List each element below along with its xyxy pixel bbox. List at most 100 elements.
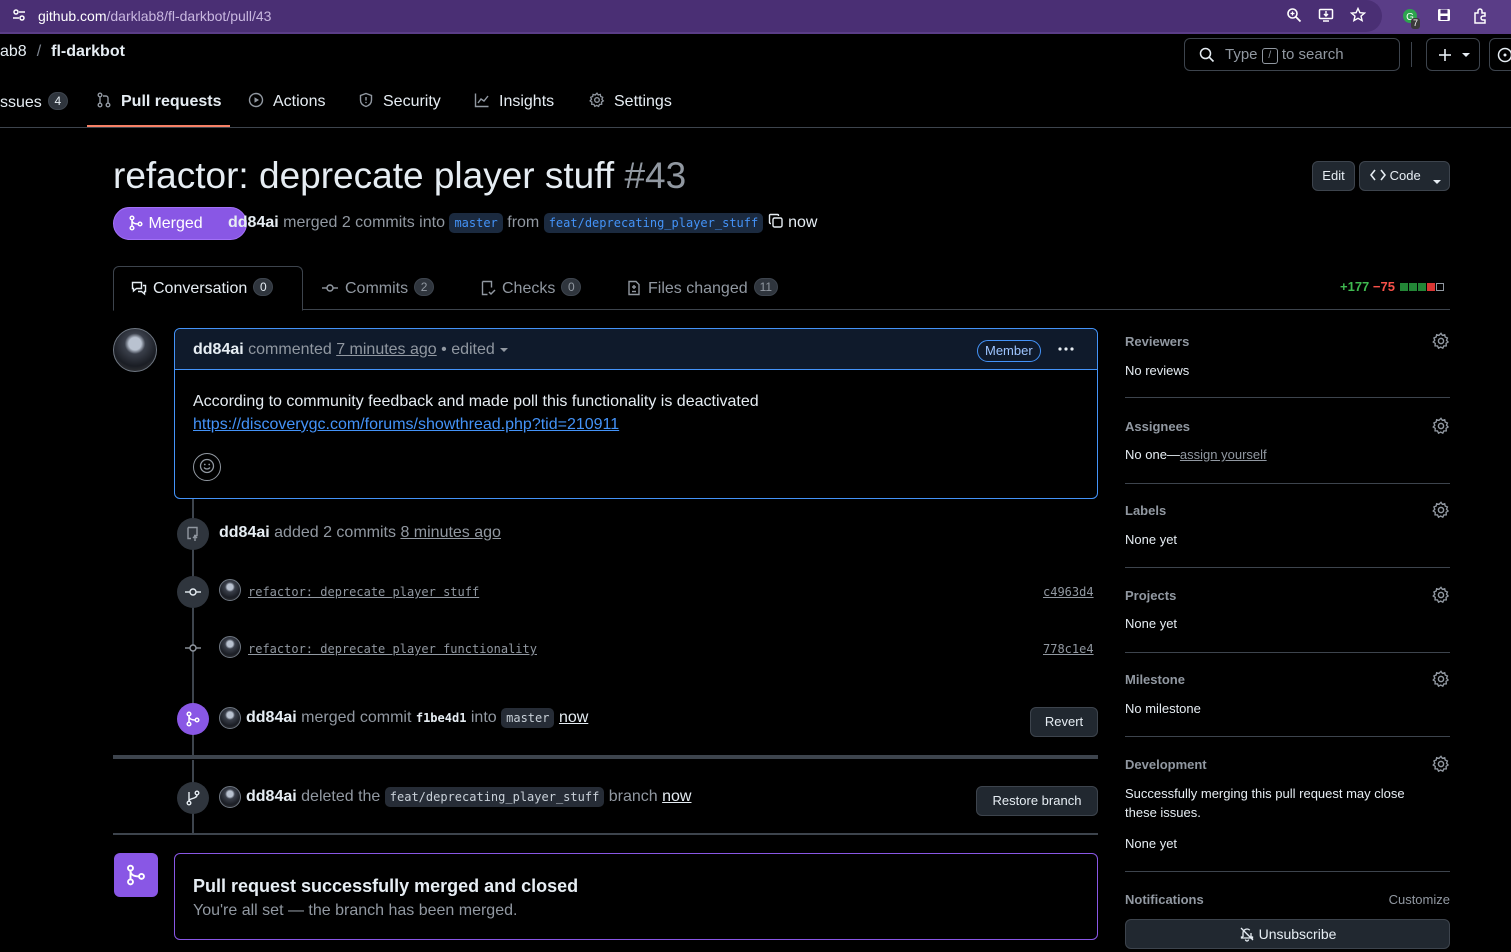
author-link[interactable]: dd84ai (228, 214, 279, 231)
bookmark-star-icon[interactable] (1349, 6, 1367, 25)
repo-owner-link[interactable]: ab8 (0, 43, 27, 60)
sidebar-heading[interactable]: Assignees (1125, 419, 1190, 434)
member-badge: Member (977, 340, 1041, 362)
conversation-count: 0 (253, 278, 274, 296)
gear-icon[interactable] (1432, 332, 1450, 355)
browser-toolbar: github.com/darklab8/fl-darkbot/pull/43 G… (0, 0, 1511, 34)
gear-icon[interactable] (1432, 670, 1450, 693)
edited-dropdown[interactable]: • edited (441, 341, 509, 358)
sidebar-divider (1125, 871, 1450, 872)
merge-status-heading: Pull request successfully merged and clo… (193, 876, 579, 896)
deleted-branch-event: dd84ai deleted the feat/deprecating_play… (246, 787, 691, 807)
comment-author-link[interactable]: dd84ai (193, 341, 244, 358)
base-branch[interactable]: master (449, 213, 503, 233)
tab-security[interactable]: Security (357, 92, 441, 111)
tab-files-changed[interactable]: Files changed 11 (626, 278, 779, 298)
sidebar-heading[interactable]: Reviewers (1125, 334, 1189, 349)
target-branch[interactable]: master (501, 708, 555, 728)
avatar[interactable] (219, 786, 241, 808)
restore-branch-button[interactable]: Restore branch (976, 786, 1098, 816)
commit-sha-link[interactable]: 778c1e4 (1043, 642, 1094, 656)
search-input[interactable]: Type / to search (1184, 38, 1400, 71)
head-branch[interactable]: feat/deprecating_player_stuff (543, 213, 764, 233)
development-note: Successfully merging this pull request m… (1125, 786, 1405, 801)
avatar[interactable] (219, 707, 241, 729)
event-author-link[interactable]: dd84ai (246, 788, 297, 805)
url-text[interactable]: github.com/darklab8/fl-darkbot/pull/43 (38, 8, 271, 24)
assign-yourself-link[interactable]: assign yourself (1180, 447, 1267, 462)
puzzle-extensions-icon[interactable] (1472, 7, 1490, 25)
merge-status-box: Pull request successfully merged and clo… (174, 853, 1098, 940)
create-new-button[interactable] (1426, 38, 1480, 71)
revert-button[interactable]: Revert (1030, 707, 1098, 737)
development-note-cont: these issues. (1125, 805, 1201, 820)
comment-link[interactable]: https://discoverygc.com/forums/showthrea… (193, 416, 619, 433)
customize-link[interactable]: Customize (1389, 892, 1450, 907)
pr-meta: dd84ai merged 2 commits into master from… (228, 213, 817, 233)
status-badge: Merged (113, 207, 247, 240)
sidebar-heading[interactable]: Projects (1125, 588, 1176, 603)
tab-insights-label: Insights (499, 93, 555, 110)
event-time-link[interactable]: now (662, 788, 691, 805)
git-pull-request-icon (95, 92, 113, 111)
event-author-link[interactable]: dd84ai (246, 709, 297, 726)
site-info-icon[interactable] (10, 7, 28, 25)
address-bar[interactable]: github.com/darklab8/fl-darkbot/pull/43 (0, 0, 1382, 32)
sidebar-heading[interactable]: Labels (1125, 503, 1166, 518)
gear-icon[interactable] (1432, 501, 1450, 524)
tab-issues[interactable]: ssues 4 (0, 92, 68, 112)
tab-files-changed-label: Files changed (648, 280, 748, 297)
avatar[interactable] (219, 579, 241, 601)
copy-icon[interactable] (768, 213, 784, 231)
tab-pull-requests[interactable]: Pull requests (95, 92, 221, 111)
graph-icon (473, 92, 491, 111)
commit-sha-link[interactable]: c4963d4 (1043, 585, 1094, 599)
smiley-icon (199, 458, 215, 475)
unsubscribe-label: Unsubscribe (1258, 926, 1337, 942)
save-icon[interactable] (1435, 7, 1453, 25)
event-time-link[interactable]: now (559, 709, 588, 726)
event-time-link[interactable]: 8 minutes ago (400, 524, 501, 541)
diffstat-bar (1399, 279, 1444, 294)
gear-icon[interactable] (1432, 586, 1450, 609)
tab-commits[interactable]: Commits 2 (321, 278, 435, 298)
issues-shortcut-button[interactable] (1489, 38, 1511, 71)
timeline-divider (113, 833, 1098, 835)
kebab-menu-icon[interactable] (1057, 341, 1075, 360)
sidebar-heading: Notifications (1125, 892, 1204, 907)
tab-checks[interactable]: Checks 0 (480, 278, 582, 298)
page-title: refactor: deprecate player stuff #43 (113, 155, 686, 197)
repo-name-link[interactable]: fl-darkbot (51, 43, 125, 60)
install-app-icon[interactable] (1317, 7, 1335, 25)
git-merge-icon (125, 862, 147, 887)
sidebar-heading[interactable]: Development (1125, 757, 1207, 772)
tab-actions[interactable]: Actions (247, 92, 325, 111)
repo-nav: ssues 4 Pull requests Actions Security In… (0, 88, 1511, 128)
code-dropdown-button[interactable]: Code (1359, 161, 1450, 191)
merge-commit-sha-link[interactable]: f1be4d1 (416, 711, 467, 725)
add-reaction-button[interactable] (193, 453, 221, 481)
tab-conversation[interactable]: Conversation 0 (131, 278, 274, 298)
zoom-icon[interactable] (1285, 7, 1303, 25)
event-author-link[interactable]: dd84ai (219, 524, 270, 541)
tab-settings[interactable]: Settings (588, 92, 672, 111)
edit-title-button[interactable]: Edit (1312, 161, 1355, 191)
deleted-branch-name[interactable]: feat/deprecating_player_stuff (384, 787, 605, 807)
gear-icon[interactable] (1432, 755, 1450, 778)
sidebar-heading[interactable]: Milestone (1125, 672, 1185, 687)
commit-message-link[interactable]: refactor: deprecate player stuff (248, 585, 479, 599)
gear-icon[interactable] (1432, 417, 1450, 440)
commit-message-link[interactable]: refactor: deprecate player functionality (248, 642, 537, 656)
tab-checks-label: Checks (502, 280, 556, 297)
merged-time[interactable]: now (788, 214, 817, 231)
repo-push-icon (185, 526, 201, 542)
issue-circle-icon (1497, 47, 1511, 66)
tab-insights[interactable]: Insights (473, 92, 554, 111)
unsubscribe-button[interactable]: Unsubscribe (1125, 919, 1450, 949)
avatar[interactable] (113, 328, 157, 372)
tab-issues-label: ssues (0, 94, 42, 111)
comment-time-link[interactable]: 7 minutes ago (336, 341, 437, 358)
sidebar-value: None yet (1125, 616, 1178, 631)
avatar[interactable] (219, 636, 241, 658)
deleted-text: deleted the (301, 788, 381, 805)
